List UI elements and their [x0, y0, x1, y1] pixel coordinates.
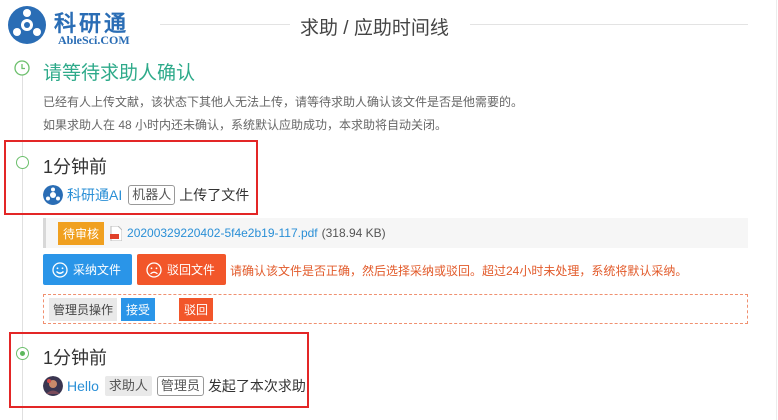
admin-reject-button[interactable]: 驳回: [179, 297, 214, 321]
requester-user-link[interactable]: Hello: [67, 378, 99, 394]
smile-icon: [52, 261, 68, 278]
panel-border: [776, 0, 777, 420]
pdf-file-link[interactable]: 20200329220402-5f4e2b19-117.pdf: [127, 226, 318, 240]
header-divider-left: [160, 24, 290, 25]
site-logo[interactable]: 科研通 AbleSci.COM: [6, 2, 156, 48]
request-event-user-row: Hello 求助人 管理员 发起了本次求助: [43, 375, 306, 397]
confirm-instruction: 请确认该文件是否正确，然后选择采纳或驳回。超过24小时未处理，系统将默认采纳。: [230, 264, 688, 278]
admin-action-bar: 管理员操作 接受 驳回: [43, 294, 748, 324]
ai-avatar[interactable]: [43, 185, 63, 205]
upload-action-text: 上传了文件: [179, 187, 250, 203]
pending-notice-line2: 如果求助人在 48 小时内还未确认，系统默认应助成功，本求助将自动关闭。: [43, 118, 448, 132]
user-avatar[interactable]: [43, 376, 63, 396]
review-status-badge: 待审核: [58, 221, 105, 245]
admin-operation-label: 管理员操作: [49, 297, 118, 321]
reject-file-label: 驳回文件: [167, 263, 216, 277]
request-action-text: 发起了本次求助: [207, 378, 306, 394]
user-avatar-image: [43, 376, 63, 396]
admin-role-tag: 管理员: [156, 376, 204, 396]
request-event-time: 1分钟前: [43, 348, 108, 368]
pending-status-title: 请等待求助人确认: [43, 63, 196, 84]
requester-role-tag: 求助人: [104, 376, 152, 396]
uploader-user-link[interactable]: 科研通AI: [67, 185, 122, 205]
ablesci-logo-icon: [8, 6, 46, 44]
admin-accept-button[interactable]: 接受: [121, 297, 156, 321]
logo-text-en: AbleSci.COM: [58, 33, 130, 47]
pdf-file-icon: [110, 225, 123, 241]
upload-event-user-row: 科研通AI 机器人 上传了文件: [43, 184, 249, 206]
accept-file-label: 采纳文件: [73, 263, 122, 277]
reject-file-button[interactable]: 驳回文件: [137, 254, 226, 285]
timeline-dot: [16, 156, 29, 169]
clock-icon: [14, 60, 30, 76]
header-divider-right: [470, 24, 748, 25]
robot-role-tag: 机器人: [128, 185, 176, 205]
upload-event-time: 1分钟前: [43, 157, 108, 177]
file-size: (318.94 KB): [321, 226, 386, 240]
accept-file-button[interactable]: 采纳文件: [43, 254, 132, 285]
page-title: 求助 / 应助时间线: [300, 18, 449, 39]
timeline-dot-active: [16, 347, 29, 360]
uploaded-file-bar: 待审核 20200329220402-5f4e2b19-117.pdf (318…: [43, 218, 748, 248]
frown-icon: [146, 261, 162, 278]
pending-notice-line1: 已经有人上传文献，该状态下其他人无法上传，请等待求助人确认该文件是否是他需要的。: [43, 95, 524, 109]
ablesci-ai-icon: [43, 185, 63, 205]
